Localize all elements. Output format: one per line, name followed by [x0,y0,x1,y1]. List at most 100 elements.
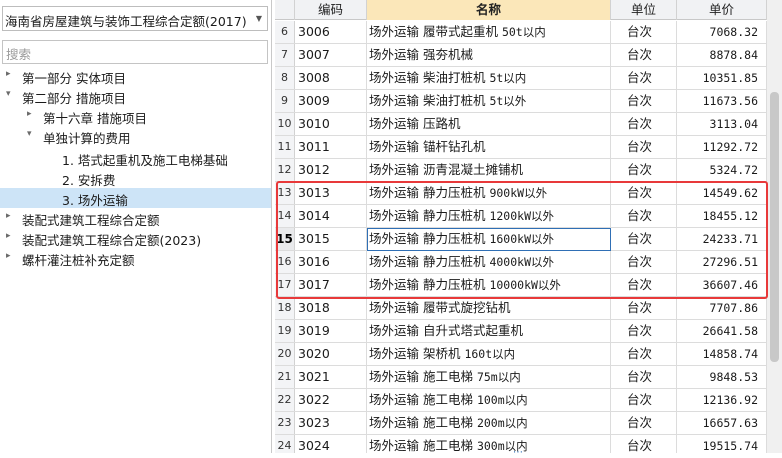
cell-code[interactable]: 3012 [295,159,367,181]
cell-code[interactable]: 3017 [295,274,367,296]
cell-unit[interactable]: 台次 [611,67,677,89]
table-row[interactable]: 18 3018 场外运输 履带式旋挖钻机 台次 7707.86 [275,297,767,320]
table-row[interactable]: 20 3020 场外运输 架桥机 160t以内 台次 14858.74 [275,343,767,366]
cell-price[interactable]: 27296.51 [677,251,767,273]
cell-price[interactable]: 7068.32 [677,21,767,43]
cell-unit[interactable]: 台次 [611,435,677,453]
table-row[interactable]: 13 3013 场外运输 静力压桩机 900kW以外 台次 14549.62 [275,182,767,205]
cell-code[interactable]: 3016 [295,251,367,273]
cell-price[interactable]: 36607.46 [677,274,767,296]
expand-arrow-icon[interactable]: ▸ [6,231,11,241]
table-row[interactable]: 8 3008 场外运输 柴油打桩机 5t以内 台次 10351.85 [275,67,767,90]
vertical-scrollbar[interactable] [767,0,782,453]
cell-name[interactable]: 场外运输 履带式起重机 50t以内 [367,21,611,43]
cell-price[interactable]: 9848.53 [677,366,767,388]
header-code[interactable]: 编码 [295,0,367,20]
cell-price[interactable]: 11673.56 [677,90,767,112]
cell-unit[interactable]: 台次 [611,159,677,181]
cell-code[interactable]: 3021 [295,366,367,388]
tree-item-measure-items[interactable]: ▾ 第二部分 措施项目 [0,86,271,106]
cell-unit[interactable]: 台次 [611,113,677,135]
cell-price[interactable]: 7707.86 [677,297,767,319]
cell-code[interactable]: 3014 [295,205,367,227]
cell-code[interactable]: 3024 [295,435,367,453]
cell-name[interactable]: 场外运输 施工电梯 200m以内 [367,412,611,434]
cell-code[interactable]: 3023 [295,412,367,434]
cell-price[interactable]: 26641.58 [677,320,767,342]
cell-price[interactable]: 12136.92 [677,389,767,411]
chevron-down-icon[interactable]: ▼ [256,14,262,23]
table-row[interactable]: 7 3007 场外运输 强夯机械 台次 8878.84 [275,44,767,67]
table-row[interactable]: 23 3023 场外运输 施工电梯 200m以内 台次 16657.63 [275,412,767,435]
cell-price[interactable]: 16657.63 [677,412,767,434]
cell-unit[interactable]: 台次 [611,251,677,273]
cell-name[interactable]: 场外运输 柴油打桩机 5t以外 [367,90,611,112]
cell-code[interactable]: 3019 [295,320,367,342]
collapse-arrow-icon[interactable]: ▾ [6,89,11,99]
cell-name[interactable]: 场外运输 沥青混凝土摊铺机 [367,159,611,181]
cell-name[interactable]: 场外运输 架桥机 160t以内 [367,343,611,365]
cell-code[interactable]: 3006 [295,21,367,43]
cell-code[interactable]: 3018 [295,297,367,319]
cell-unit[interactable]: 台次 [611,412,677,434]
table-row[interactable]: 22 3022 场外运输 施工电梯 100m以内 台次 12136.92 [275,389,767,412]
cell-name[interactable]: 场外运输 静力压桩机 4000kW以外 [367,251,611,273]
expand-arrow-icon[interactable]: ▸ [6,251,11,261]
cell-unit[interactable]: 台次 [611,297,677,319]
search-input[interactable]: 搜索 [2,40,268,64]
cell-unit[interactable]: 台次 [611,44,677,66]
table-row-current[interactable]: 15 3015 场外运输 静力压桩机 1600kW以外 台次 24233.71 [275,228,767,251]
cell-name[interactable]: 场外运输 静力压桩机 900kW以外 [367,182,611,204]
tree-item-chapter-16[interactable]: ▸ 第十六章 措施项目 [0,106,271,126]
cell-name[interactable]: 场外运输 施工电梯 300m以内 [367,435,611,453]
cell-code[interactable]: 3022 [295,389,367,411]
header-price[interactable]: 单价 [677,0,767,20]
cell-name[interactable]: 场外运输 施工电梯 75m以内 [367,366,611,388]
cell-price[interactable]: 14549.62 [677,182,767,204]
cell-unit[interactable]: 台次 [611,320,677,342]
cell-price[interactable]: 5324.72 [677,159,767,181]
tree-item-entity-items[interactable]: ▸ 第一部分 实体项目 [0,66,271,86]
cell-name[interactable]: 场外运输 柴油打桩机 5t以内 [367,67,611,89]
cell-price[interactable]: 14858.74 [677,343,767,365]
table-row[interactable]: 11 3011 场外运输 锚杆钻孔机 台次 11292.72 [275,136,767,159]
cell-price[interactable]: 11292.72 [677,136,767,158]
table-row[interactable]: 6 3006 场外运输 履带式起重机 50t以内 台次 7068.32 [275,21,767,44]
cell-unit[interactable]: 台次 [611,90,677,112]
table-row[interactable]: 19 3019 场外运输 自升式塔式起重机 台次 26641.58 [275,320,767,343]
cell-name[interactable]: 场外运输 自升式塔式起重机 [367,320,611,342]
cell-unit[interactable]: 台次 [611,228,677,250]
cell-code[interactable]: 3008 [295,67,367,89]
cell-price[interactable]: 18455.12 [677,205,767,227]
tree-item-screw-pile-quota[interactable]: ▸ 螺杆灌注桩补充定额 [0,248,271,268]
cell-price[interactable]: 10351.85 [677,67,767,89]
scrollbar-thumb[interactable] [770,92,779,362]
cell-unit[interactable]: 台次 [611,343,677,365]
expand-arrow-icon[interactable]: ▸ [6,69,11,79]
cell-code[interactable]: 3015 [295,228,367,250]
tree-item-crane-foundation[interactable]: 1. 塔式起重机及施工电梯基础 [0,148,271,168]
tree-item-offsite-transport[interactable]: 3. 场外运输 [0,188,271,208]
cell-name[interactable]: 场外运输 静力压桩机 1200kW以外 [367,205,611,227]
cell-price[interactable]: 24233.71 [677,228,767,250]
table-row[interactable]: 10 3010 场外运输 压路机 台次 3113.04 [275,113,767,136]
cell-unit[interactable]: 台次 [611,205,677,227]
table-row[interactable]: 14 3014 场外运输 静力压桩机 1200kW以外 台次 18455.12 [275,205,767,228]
cell-unit[interactable]: 台次 [611,389,677,411]
cell-price[interactable]: 8878.84 [677,44,767,66]
cell-code[interactable]: 3009 [295,90,367,112]
cell-code[interactable]: 3011 [295,136,367,158]
cell-unit[interactable]: 台次 [611,182,677,204]
cell-price[interactable]: 3113.04 [677,113,767,135]
cell-unit[interactable]: 台次 [611,366,677,388]
cell-name[interactable]: 场外运输 强夯机械 [367,44,611,66]
quota-book-select[interactable]: 海南省房屋建筑与装饰工程综合定额(2017) ▼ [2,6,268,31]
expand-arrow-icon[interactable]: ▸ [27,109,32,119]
cell-code[interactable]: 3020 [295,343,367,365]
header-name[interactable]: 名称 [367,0,611,20]
cell-unit[interactable]: 台次 [611,274,677,296]
expand-arrow-icon[interactable]: ▸ [6,211,11,221]
table-row[interactable]: 21 3021 场外运输 施工电梯 75m以内 台次 9848.53 [275,366,767,389]
table-row[interactable]: 9 3009 场外运输 柴油打桩机 5t以外 台次 11673.56 [275,90,767,113]
cell-price[interactable]: 19515.74 [677,435,767,453]
